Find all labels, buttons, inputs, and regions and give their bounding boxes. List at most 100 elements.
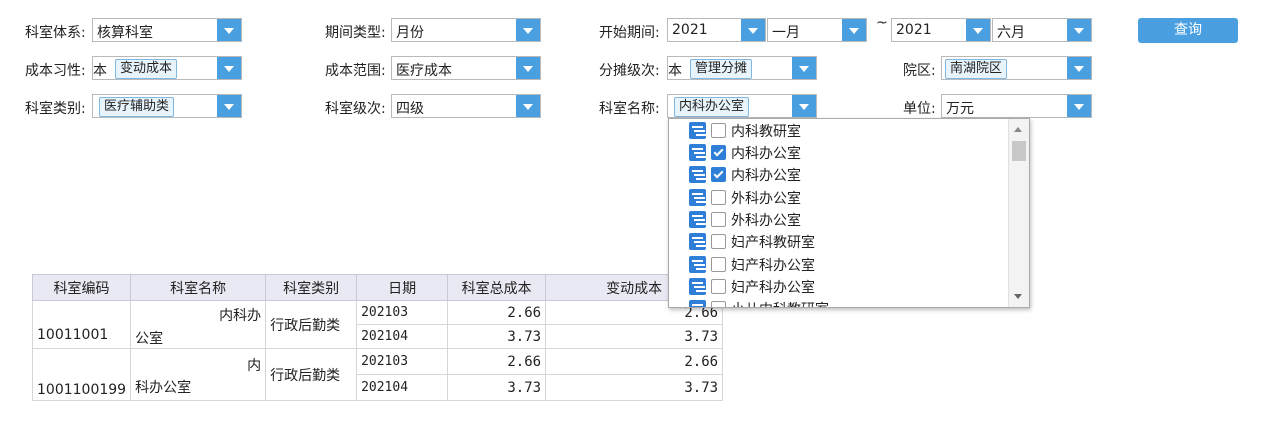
scroll-up-icon[interactable] <box>1014 127 1022 132</box>
month-from-select[interactable]: 一月 <box>767 18 867 42</box>
tree-node-icon <box>689 278 706 295</box>
checkbox[interactable] <box>711 234 726 249</box>
dept-system-select[interactable]: 核算科室 <box>92 18 242 42</box>
cost-table: 科室编码 科室名称 科室类别 日期 科室总成本 变动成本 10011001 内科… <box>31 274 724 401</box>
dept-name-line2: 公室 <box>135 331 164 347</box>
campus-label: 院区: <box>903 63 936 79</box>
dept-code-cell: 10011001 <box>31 300 132 349</box>
total-cost-cell: 3.73 <box>447 324 547 349</box>
chevron-down-icon[interactable] <box>792 57 816 79</box>
variable-cost-cell: 3.73 <box>545 324 724 349</box>
chevron-down-icon[interactable] <box>1067 95 1091 117</box>
checkbox-checked[interactable] <box>711 167 726 182</box>
cost-habit-select[interactable]: 本 变动成本 <box>92 56 242 80</box>
checkbox[interactable] <box>711 301 726 307</box>
dropdown-item-label: 内科办公室 <box>731 146 801 162</box>
date-cell: 202103 <box>356 300 449 325</box>
month-to-select[interactable]: 六月 <box>992 18 1092 42</box>
cost-habit-tag[interactable]: 变动成本 <box>115 59 178 79</box>
chevron-down-icon[interactable] <box>516 19 540 41</box>
dropdown-scrollbar[interactable] <box>1008 119 1029 307</box>
period-type-label: 期间类型: <box>325 25 386 41</box>
chevron-down-icon[interactable] <box>1067 19 1091 41</box>
dept-level-select[interactable]: 四级 <box>391 94 541 118</box>
variable-cost-cell: 2.66 <box>545 348 724 375</box>
tree-node-icon <box>689 211 706 228</box>
header-dept-name[interactable]: 科室名称 <box>130 274 267 301</box>
checkbox[interactable] <box>711 257 726 272</box>
cost-scope-value: 医疗成本 <box>396 63 452 79</box>
checkbox[interactable] <box>711 279 726 294</box>
unit-value: 万元 <box>946 101 974 117</box>
dept-level-label: 科室级次: <box>325 101 386 117</box>
checkbox[interactable] <box>711 190 726 205</box>
alloc-level-prefix: 本 <box>668 63 682 79</box>
tree-node-icon <box>689 144 706 161</box>
cost-scope-select[interactable]: 医疗成本 <box>391 56 541 80</box>
dept-category-select[interactable]: 医疗辅助类 <box>92 94 242 118</box>
year-from-value: 2021 <box>672 22 708 38</box>
chevron-down-icon[interactable] <box>792 95 816 117</box>
unit-label: 单位: <box>903 101 936 117</box>
dropdown-item-label: 妇产科教研室 <box>731 235 815 251</box>
date-cell: 202104 <box>356 374 449 401</box>
variable-cost-cell: 3.73 <box>545 374 724 401</box>
range-tilde: ~ <box>876 15 888 31</box>
dept-category-tag[interactable]: 医疗辅助类 <box>99 97 175 117</box>
checkbox-checked[interactable] <box>711 145 726 160</box>
checkbox[interactable] <box>711 212 726 227</box>
dropdown-item-label: 妇产科办公室 <box>731 258 815 274</box>
dept-name-line1: 内科办 <box>219 308 262 324</box>
dept-name-tag[interactable]: 内科办公室 <box>674 97 750 117</box>
year-from-select[interactable]: 2021 <box>667 18 766 42</box>
dept-category-label: 科室类别: <box>25 101 86 117</box>
chevron-down-icon[interactable] <box>516 57 540 79</box>
tree-node-icon <box>689 300 706 307</box>
chevron-down-icon[interactable] <box>217 57 241 79</box>
alloc-level-tag[interactable]: 管理分摊 <box>690 59 753 79</box>
dept-name-cell: 内科办 公室 <box>130 300 267 349</box>
dropdown-item-label: 妇产科办公室 <box>731 280 815 296</box>
tree-node-icon <box>689 122 706 139</box>
tree-node-icon <box>689 233 706 250</box>
table-header-row: 科室编码 科室名称 科室类别 日期 科室总成本 变动成本 <box>31 274 724 301</box>
alloc-level-select[interactable]: 本 管理分摊 <box>667 56 817 80</box>
dept-name-select[interactable]: 内科办公室 <box>667 94 817 118</box>
tree-node-icon <box>689 256 706 273</box>
header-date[interactable]: 日期 <box>356 274 449 301</box>
header-total-cost[interactable]: 科室总成本 <box>447 274 547 301</box>
month-from-value: 一月 <box>772 25 800 41</box>
table-row[interactable]: 1001100199 内 科办公室 行政后勤类 202103 2.66 2.66 <box>31 348 724 401</box>
chevron-down-icon[interactable] <box>966 19 990 41</box>
chevron-down-icon[interactable] <box>217 19 241 41</box>
month-to-value: 六月 <box>997 25 1025 41</box>
dept-system-label: 科室体系: <box>25 25 86 41</box>
chevron-down-icon[interactable] <box>516 95 540 117</box>
header-dept-category[interactable]: 科室类别 <box>265 274 358 301</box>
dropdown-item-label: 外科办公室 <box>731 213 801 229</box>
dropdown-item-label: 外科办公室 <box>731 191 801 207</box>
chevron-down-icon[interactable] <box>217 95 241 117</box>
dropdown-item-label: 小儿内科教研室 <box>731 299 829 307</box>
period-type-select[interactable]: 月份 <box>391 18 541 42</box>
year-to-select[interactable]: 2021 <box>891 18 991 42</box>
campus-select[interactable]: 南湖院区 <box>941 56 1092 80</box>
header-dept-code[interactable]: 科室编码 <box>31 274 132 301</box>
dept-name-cell: 内 科办公室 <box>130 348 267 401</box>
scroll-down-icon[interactable] <box>1014 294 1022 299</box>
total-cost-cell: 3.73 <box>447 374 547 401</box>
date-cell: 202104 <box>356 324 449 349</box>
chevron-down-icon[interactable] <box>842 19 866 41</box>
scroll-thumb[interactable] <box>1012 141 1026 161</box>
dropdown-item-label: 内科教研室 <box>731 124 801 140</box>
query-button[interactable]: 查询 <box>1138 18 1238 43</box>
chevron-down-icon[interactable] <box>1067 57 1091 79</box>
chevron-down-icon[interactable] <box>741 19 765 41</box>
total-cost-cell: 2.66 <box>447 348 547 375</box>
table-row[interactable]: 10011001 内科办 公室 行政后勤类 202103 2.66 2.66 <box>31 300 724 349</box>
dept-name-dropdown[interactable]: 内科教研室 内科办公室 内科办公室 外科办公室 外科办公室 妇产科教研室 妇产科… <box>668 118 1030 308</box>
checkbox[interactable] <box>711 123 726 138</box>
period-type-value: 月份 <box>396 25 424 41</box>
campus-tag[interactable]: 南湖院区 <box>945 59 1008 79</box>
unit-select[interactable]: 万元 <box>941 94 1092 118</box>
